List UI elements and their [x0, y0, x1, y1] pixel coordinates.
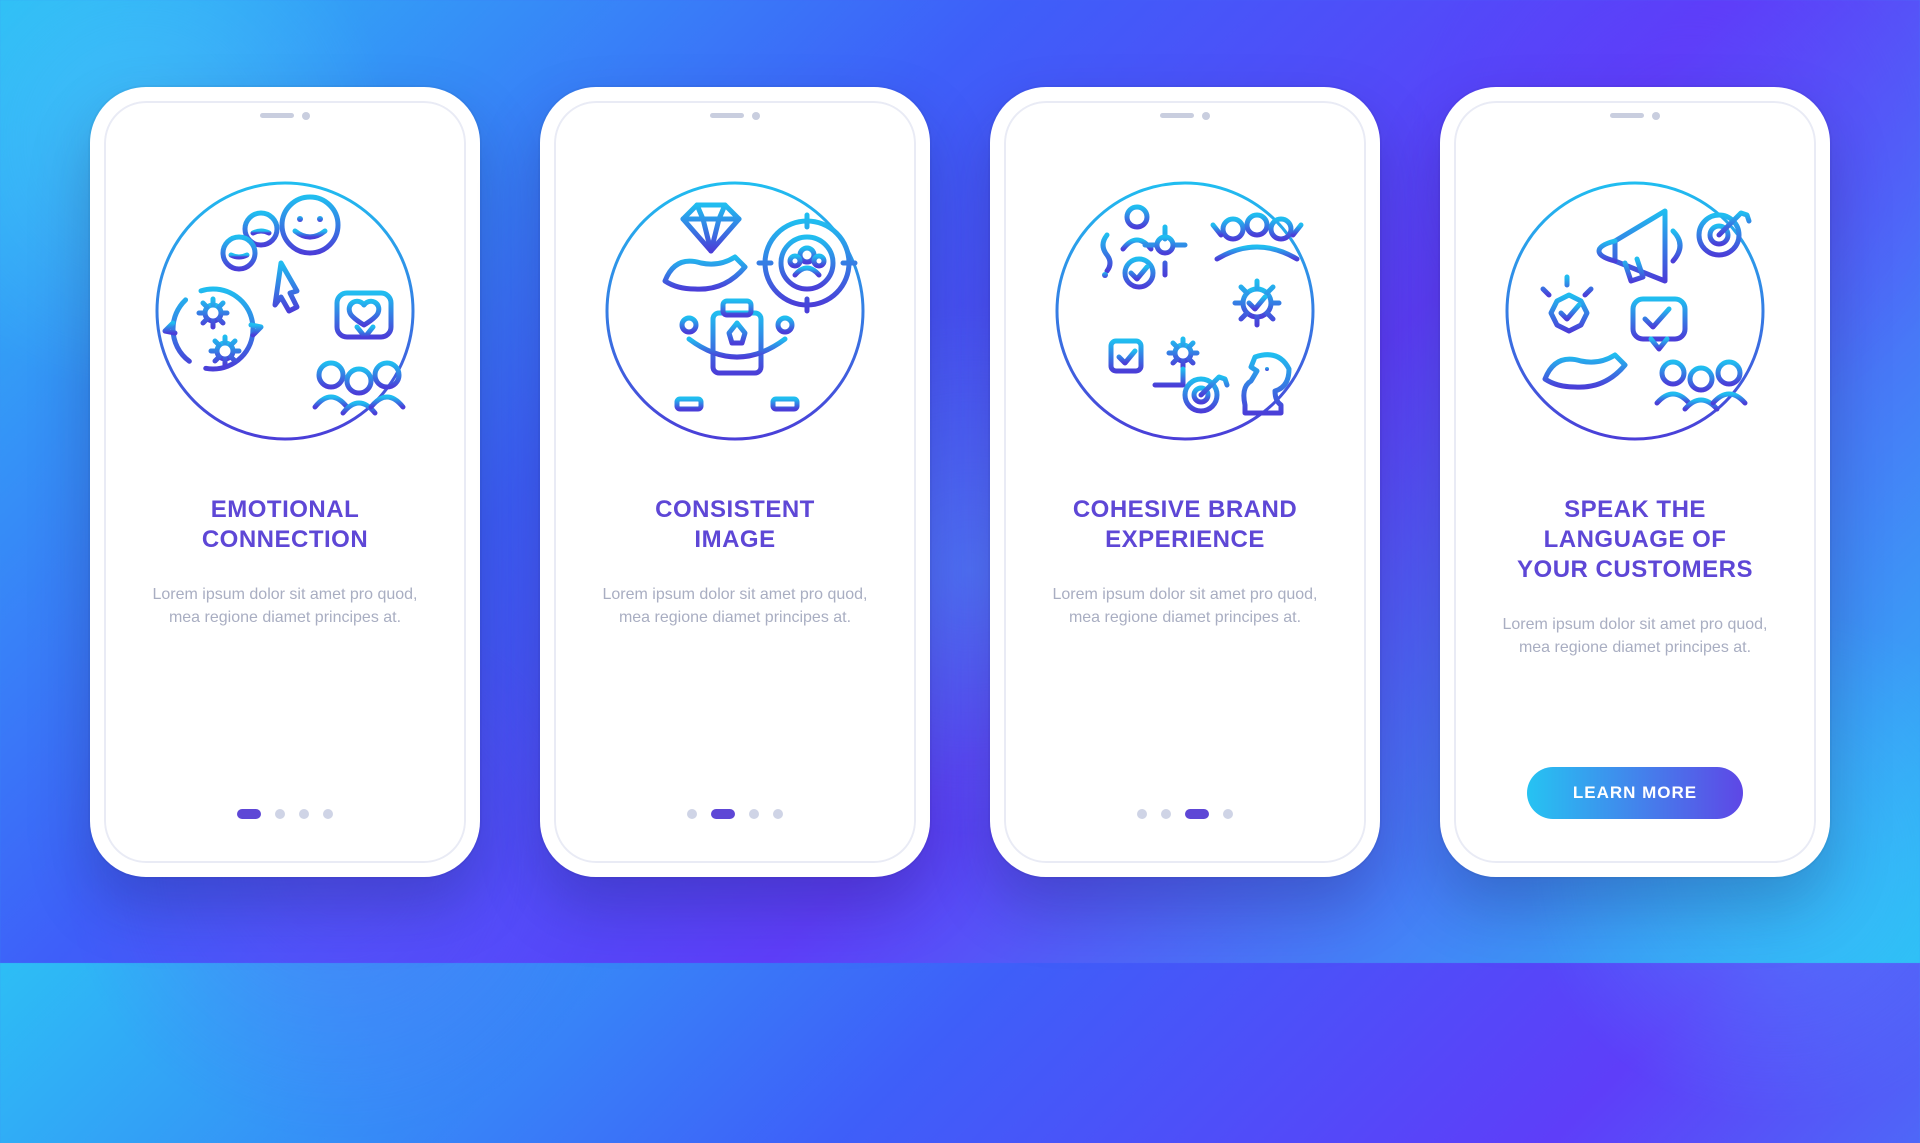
screen-description: Lorem ipsum dolor sit amet pro quod, mea… [585, 583, 885, 629]
screen-title: EMOTIONAL CONNECTION [202, 495, 368, 555]
screen-description: Lorem ipsum dolor sit amet pro quod, mea… [1035, 583, 1335, 629]
phone-notch [215, 105, 355, 127]
phone-notch [1565, 105, 1705, 127]
page-dot[interactable] [687, 809, 697, 819]
page-dot[interactable] [275, 809, 285, 819]
emotional-connection-icon [145, 171, 425, 451]
consistent-image-icon [595, 171, 875, 451]
page-dot[interactable] [749, 809, 759, 819]
phone-mockup-3: COHESIVE BRAND EXPERIENCE Lorem ipsum do… [990, 87, 1380, 877]
screen-title: COHESIVE BRAND EXPERIENCE [1073, 495, 1297, 555]
page-indicator [687, 809, 783, 819]
phone-mockup-2: CONSISTENT IMAGE Lorem ipsum dolor sit a… [540, 87, 930, 877]
screen-title: CONSISTENT IMAGE [655, 495, 815, 555]
cohesive-brand-icon [1045, 171, 1325, 451]
page-dot[interactable] [1223, 809, 1233, 819]
page-dot[interactable] [299, 809, 309, 819]
phone-notch [665, 105, 805, 127]
page-dot[interactable] [323, 809, 333, 819]
screen-description: Lorem ipsum dolor sit amet pro quod, mea… [135, 583, 435, 629]
phone-notch [1115, 105, 1255, 127]
phone-mockup-4: SPEAK THE LANGUAGE OF YOUR CUSTOMERS Lor… [1440, 87, 1830, 877]
page-dot[interactable] [773, 809, 783, 819]
page-dot[interactable] [1161, 809, 1171, 819]
page-dot[interactable] [1185, 809, 1209, 819]
page-dot[interactable] [237, 809, 261, 819]
page-dot[interactable] [1137, 809, 1147, 819]
screen-title: SPEAK THE LANGUAGE OF YOUR CUSTOMERS [1517, 495, 1753, 585]
page-indicator [237, 809, 333, 819]
page-indicator [1137, 809, 1233, 819]
page-dot[interactable] [711, 809, 735, 819]
learn-more-button[interactable]: LEARN MORE [1527, 767, 1743, 819]
phone-stage: EMOTIONAL CONNECTION Lorem ipsum dolor s… [0, 0, 1920, 963]
customer-language-icon [1495, 171, 1775, 451]
phone-mockup-1: EMOTIONAL CONNECTION Lorem ipsum dolor s… [90, 87, 480, 877]
screen-description: Lorem ipsum dolor sit amet pro quod, mea… [1485, 613, 1785, 659]
